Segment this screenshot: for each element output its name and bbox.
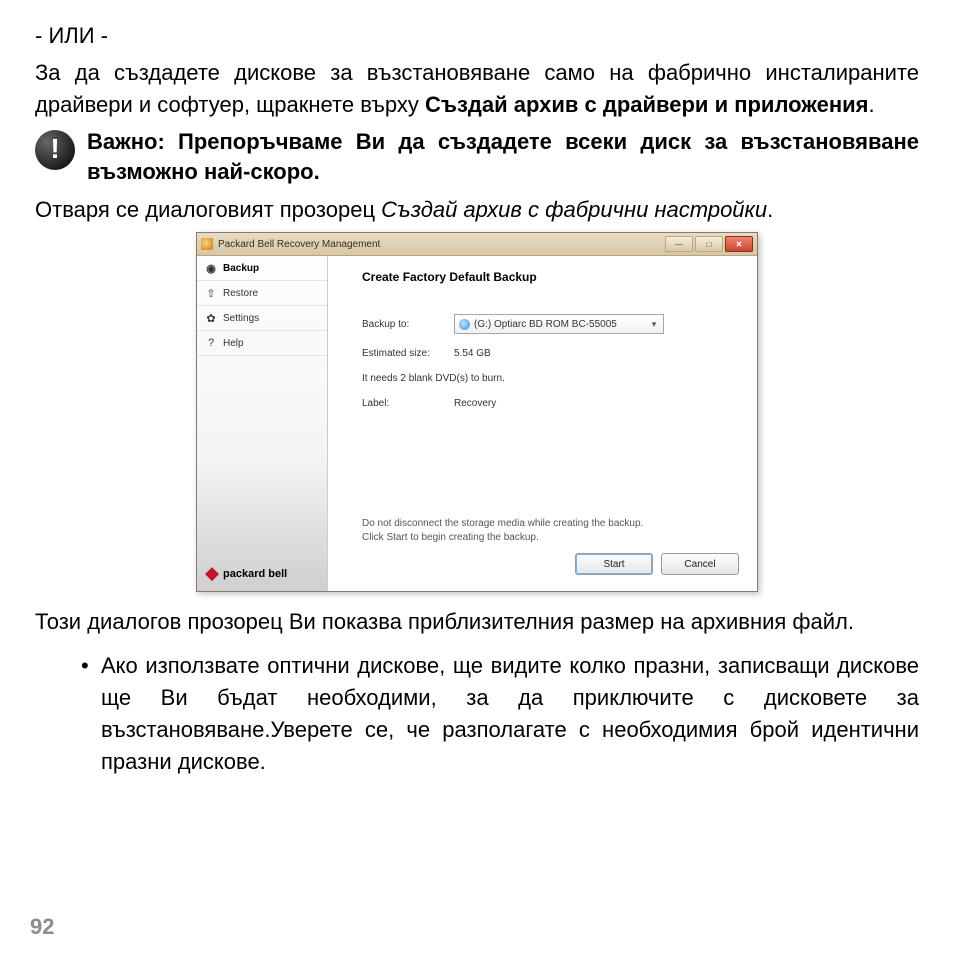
para2-italic: Създай архив с фабрични настройки xyxy=(381,197,767,222)
para1-bold: Създай архив с драйвери и приложения xyxy=(425,92,868,117)
para2-text-c: . xyxy=(767,197,773,222)
or-separator: - ИЛИ - xyxy=(35,20,919,52)
dvd-needed-hint: It needs 2 blank DVD(s) to burn. xyxy=(362,373,739,384)
sidebar-item-help[interactable]: ? Help xyxy=(197,331,327,356)
footer-instructions: Do not disconnect the storage media whil… xyxy=(362,517,739,545)
estimated-size-value: 5.54 GB xyxy=(454,348,491,359)
cancel-button[interactable]: Cancel xyxy=(661,553,739,575)
restore-icon: ⇧ xyxy=(205,287,217,299)
paragraph-3: Този диалогов прозорец Ви показва прибли… xyxy=(35,606,919,638)
sidebar-item-label: Restore xyxy=(223,288,258,299)
titlebar: Packard Bell Recovery Management — □ ✕ xyxy=(197,233,757,256)
recovery-dialog: Packard Bell Recovery Management — □ ✕ ◉… xyxy=(196,232,758,592)
app-icon xyxy=(201,238,213,250)
backup-to-label: Backup to: xyxy=(362,319,454,330)
gear-icon: ✿ xyxy=(205,312,217,324)
sidebar-item-label: Settings xyxy=(223,313,259,324)
sidebar-item-settings[interactable]: ✿ Settings xyxy=(197,306,327,331)
help-icon: ? xyxy=(205,337,217,349)
minimize-icon: — xyxy=(675,240,683,249)
disc-icon: ◉ xyxy=(205,262,217,274)
window-title: Packard Bell Recovery Management xyxy=(218,239,665,250)
label-label: Label: xyxy=(362,398,454,409)
drive-icon xyxy=(459,319,470,330)
footer-line2: Click Start to begin creating the backup… xyxy=(362,531,739,545)
sidebar: ◉ Backup ⇧ Restore ✿ Settings ? Help xyxy=(197,256,328,591)
backup-to-dropdown[interactable]: (G:) Optiarc BD ROM BC-55005 ▾ xyxy=(454,314,664,334)
estimated-size-label: Estimated size: xyxy=(362,348,454,359)
label-value: Recovery xyxy=(454,398,496,409)
brand-logo-icon xyxy=(205,567,219,581)
close-button[interactable]: ✕ xyxy=(725,236,753,252)
dialog-content: Create Factory Default Backup Backup to:… xyxy=(328,256,757,591)
maximize-button[interactable]: □ xyxy=(695,236,723,252)
minimize-button[interactable]: — xyxy=(665,236,693,252)
para1-text-c: . xyxy=(868,92,874,117)
para2-text-a: Отваря се диалоговият прозорец xyxy=(35,197,381,222)
dialog-heading: Create Factory Default Backup xyxy=(362,270,739,284)
close-icon: ✕ xyxy=(736,240,743,249)
paragraph-2: Отваря се диалоговият прозорец Създай ар… xyxy=(35,194,919,226)
brand-text: packard bell xyxy=(223,568,287,580)
bullet-1: Ако използвате оптични дискове, ще видит… xyxy=(81,650,919,778)
important-text: Важно: Препоръчваме Ви да създадете всек… xyxy=(87,127,919,189)
brand: packard bell xyxy=(197,559,327,591)
maximize-icon: □ xyxy=(707,240,712,249)
important-note: ! Важно: Препоръчваме Ви да създадете вс… xyxy=(35,127,919,189)
sidebar-item-restore[interactable]: ⇧ Restore xyxy=(197,281,327,306)
page-number: 92 xyxy=(30,914,54,940)
backup-to-value: (G:) Optiarc BD ROM BC-55005 xyxy=(474,319,617,330)
exclamation-icon: ! xyxy=(35,130,75,170)
chevron-down-icon: ▾ xyxy=(647,319,661,330)
sidebar-item-backup[interactable]: ◉ Backup xyxy=(197,256,327,281)
footer-line1: Do not disconnect the storage media whil… xyxy=(362,517,739,531)
sidebar-item-label: Help xyxy=(223,338,244,349)
sidebar-item-label: Backup xyxy=(223,263,259,274)
start-button[interactable]: Start xyxy=(575,553,653,575)
paragraph-1: За да създадете дискове за възстановяван… xyxy=(35,57,919,121)
